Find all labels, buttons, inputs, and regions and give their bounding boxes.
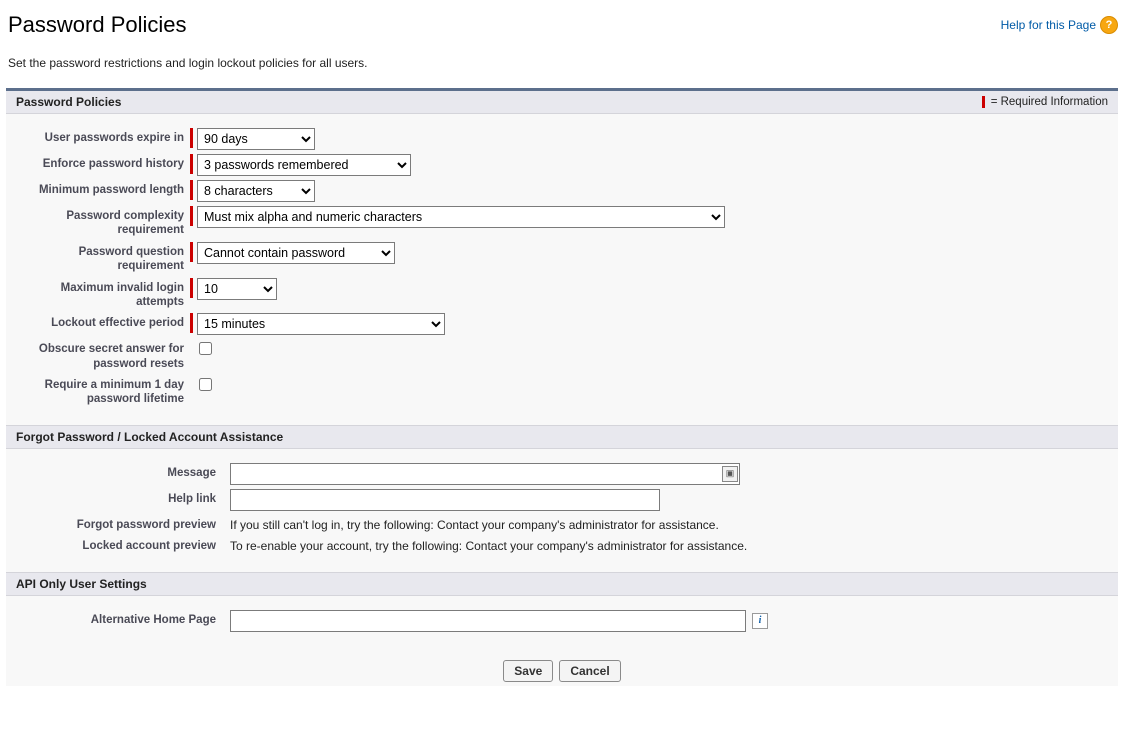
label-alt-home: Alternative Home Page [16, 610, 230, 627]
section-header-password-policies: Password Policies = Required Information [6, 91, 1118, 114]
required-info: = Required Information [982, 96, 1108, 108]
info-icon[interactable]: i [752, 613, 768, 629]
required-info-text: = Required Information [991, 96, 1108, 108]
section-header-forgot: Forgot Password / Locked Account Assista… [6, 425, 1118, 449]
label-forgot-preview: Forgot password preview [16, 515, 230, 532]
help-icon: ? [1100, 16, 1118, 34]
label-locked-preview: Locked account preview [16, 536, 230, 553]
save-button[interactable]: Save [503, 660, 553, 682]
select-password-history[interactable]: 3 passwords remembered [197, 154, 411, 176]
cancel-button[interactable]: Cancel [559, 660, 620, 682]
required-bar-icon [982, 96, 985, 108]
select-question-req[interactable]: Cannot contain password [197, 242, 395, 264]
checkbox-min-lifetime[interactable] [199, 378, 212, 391]
required-marker [190, 154, 193, 174]
required-marker [190, 313, 193, 333]
select-password-expire[interactable]: 90 days [197, 128, 315, 150]
required-marker [190, 128, 193, 148]
required-marker [190, 278, 193, 298]
input-help-link[interactable] [230, 489, 660, 511]
page-title: Password Policies [8, 12, 187, 38]
label-password-history: Enforce password history [16, 154, 190, 171]
checkbox-obscure-answer[interactable] [199, 342, 212, 355]
input-message[interactable] [230, 463, 740, 485]
label-password-expire: User passwords expire in [16, 128, 190, 145]
select-max-invalid[interactable]: 10 [197, 278, 277, 300]
label-min-length: Minimum password length [16, 180, 190, 197]
required-marker [190, 242, 193, 262]
select-min-length[interactable]: 8 characters [197, 180, 315, 202]
required-marker [190, 206, 193, 226]
button-row: Save Cancel [6, 650, 1118, 686]
label-complexity: Password complexity requirement [16, 206, 190, 238]
select-complexity[interactable]: Must mix alpha and numeric characters [197, 206, 725, 228]
select-lockout-period[interactable]: 15 minutes [197, 313, 445, 335]
label-help-link: Help link [16, 489, 230, 506]
label-question-req: Password question requirement [16, 242, 190, 274]
label-min-lifetime: Require a minimum 1 day password lifetim… [16, 375, 190, 407]
label-message: Message [16, 463, 230, 480]
required-marker [190, 180, 193, 200]
settings-panel: Password Policies = Required Information… [6, 88, 1118, 686]
page-description: Set the password restrictions and login … [8, 56, 1118, 70]
value-locked-preview: To re-enable your account, try the follo… [230, 536, 747, 553]
section-title: Password Policies [16, 95, 121, 109]
help-for-page[interactable]: Help for this Page ? [1001, 16, 1118, 34]
label-obscure-answer: Obscure secret answer for password reset… [16, 339, 190, 371]
label-lockout-period: Lockout effective period [16, 313, 190, 330]
value-forgot-preview: If you still can't log in, try the follo… [230, 515, 719, 532]
label-max-invalid: Maximum invalid login attempts [16, 278, 190, 310]
help-for-page-link[interactable]: Help for this Page [1001, 18, 1096, 32]
section-header-api: API Only User Settings [6, 572, 1118, 596]
input-alt-home[interactable] [230, 610, 746, 632]
